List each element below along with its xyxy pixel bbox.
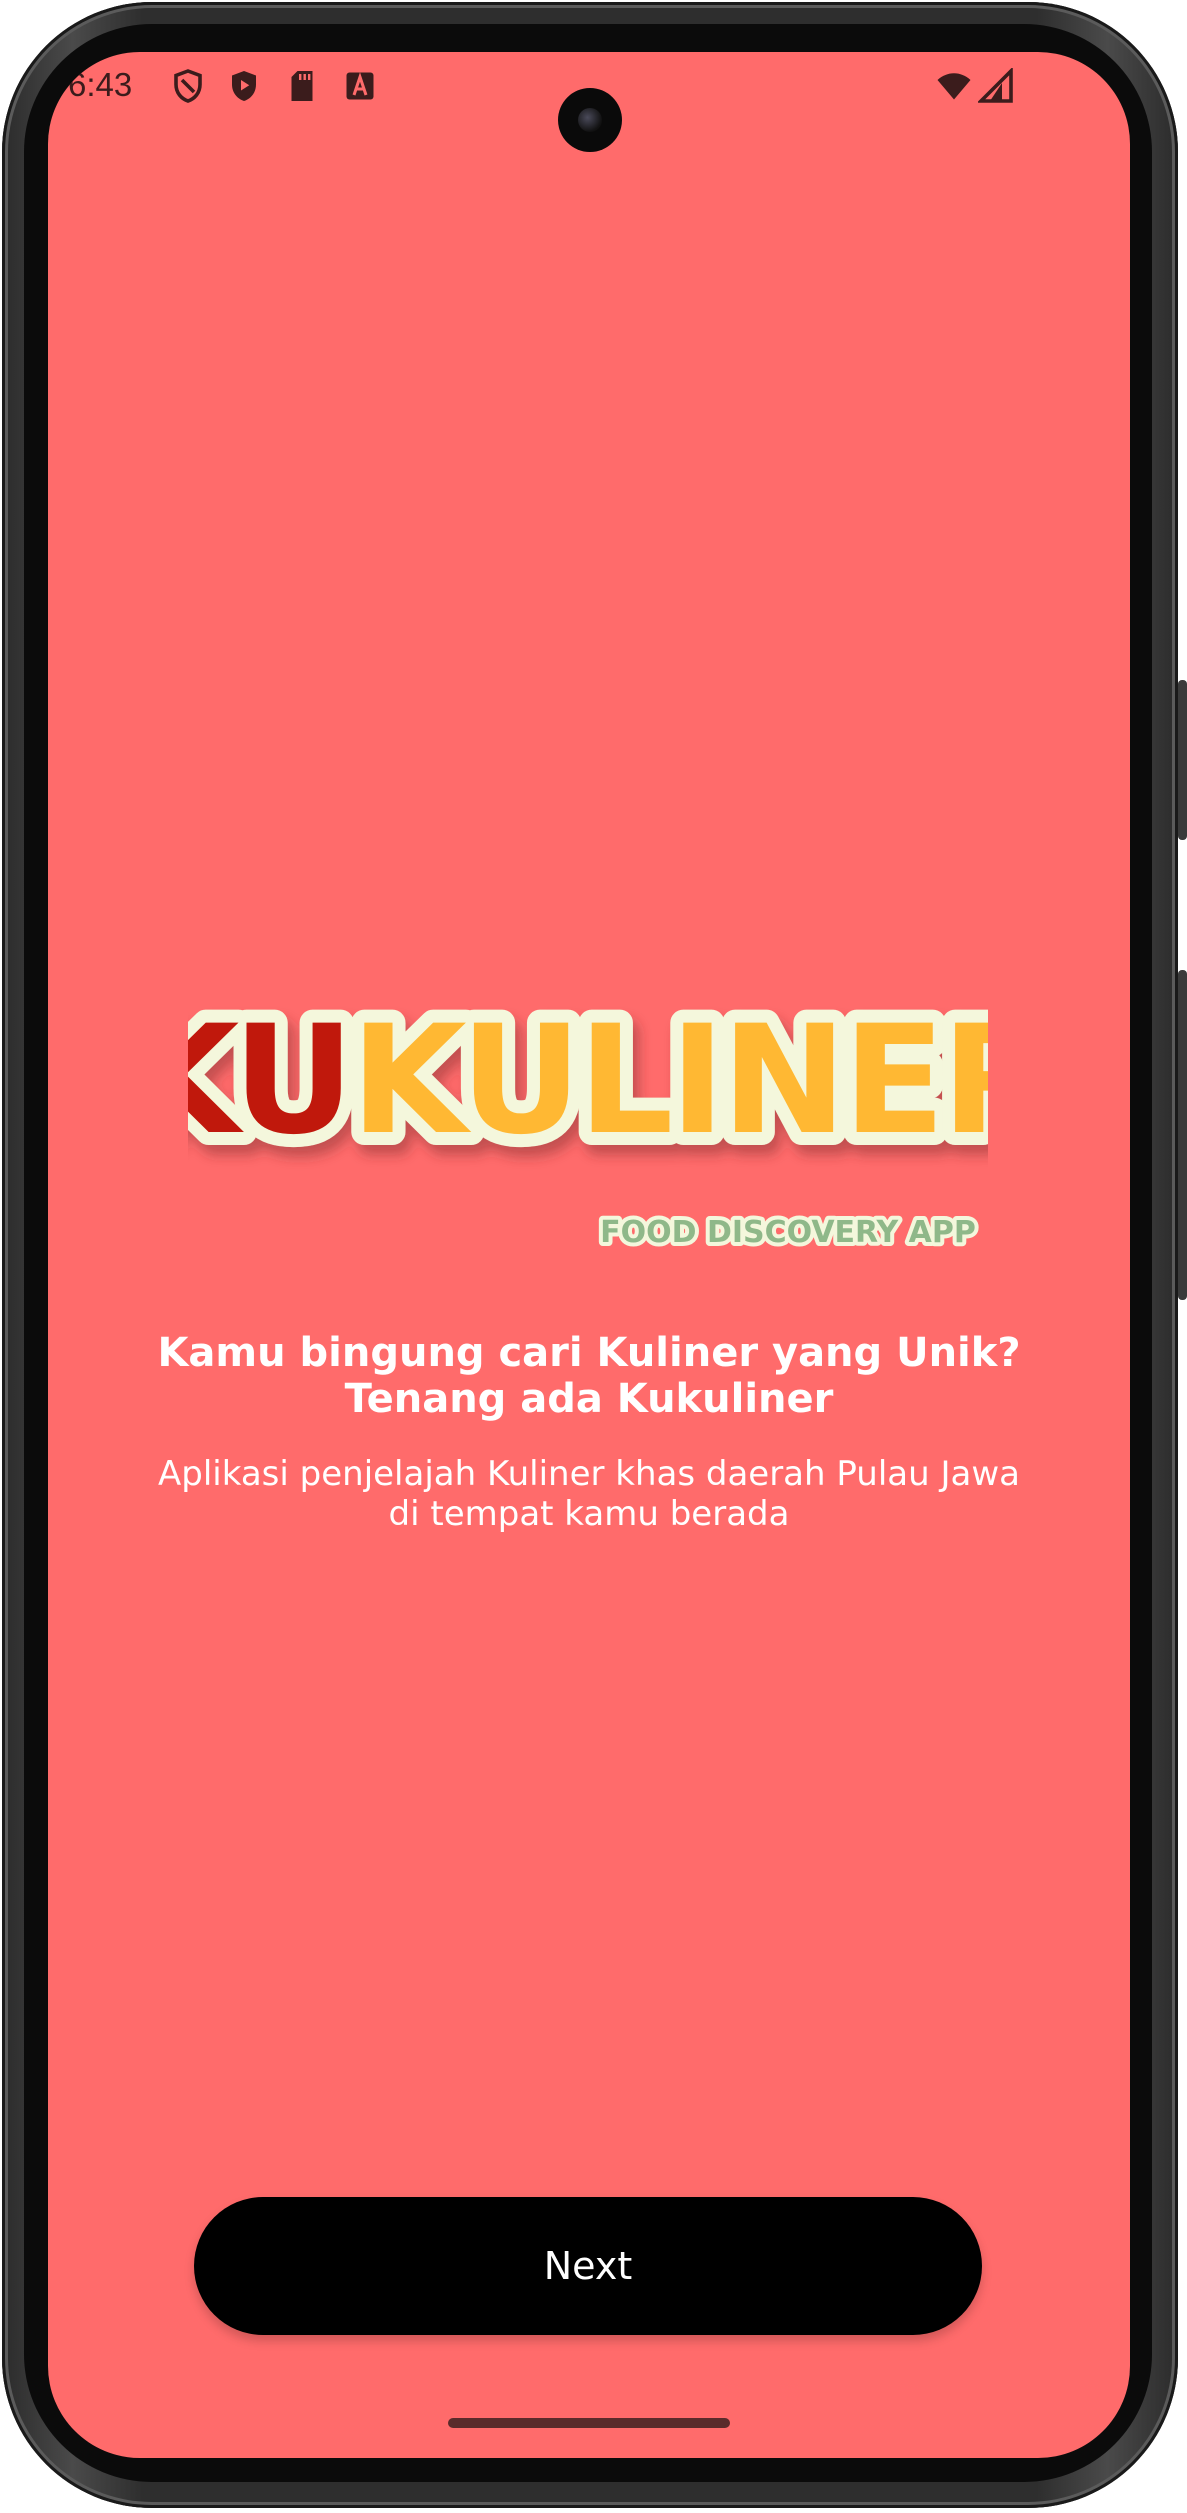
status-time: 6:43 — [68, 66, 133, 103]
volume-button — [1178, 970, 1187, 1300]
device: 6:43 UKULINER UKULINER FOOD DISCOVERY AP… — [0, 0, 1187, 2513]
play-protect-icon — [232, 71, 256, 101]
font-icon — [346, 72, 374, 100]
kukuliner-logo: KUKULINER KUKULINER FOOD DISCOVERY APP F… — [188, 982, 988, 1254]
subtitle-line-1: Aplikasi penjelajah Kuliner khas daerah … — [158, 1454, 1020, 1494]
power-button — [1178, 680, 1187, 840]
next-button[interactable]: Next — [194, 2197, 982, 2335]
logo-kuliner-fill: KULINER — [351, 994, 988, 1168]
logo-tagline: FOOD DISCOVERY APP — [600, 1215, 976, 1250]
subtitle-line-2: di tempat kamu berada — [388, 1494, 790, 1534]
sd-card-icon — [291, 71, 313, 101]
svg-text:KUKULINER: KUKULINER — [188, 994, 988, 1168]
signal-icon — [978, 68, 1013, 103]
onboarding-subtitle: Aplikasi penjelajah Kuliner khas daerah … — [108, 1454, 1070, 1534]
headline-line-2: Tenang ada Kukuliner — [344, 1376, 834, 1422]
logo-ku-fill: KU — [188, 994, 351, 1168]
gesture-navigation-bar[interactable] — [448, 2418, 730, 2428]
app-screen: 6:43 UKULINER UKULINER FOOD DISCOVERY AP… — [48, 52, 1130, 2458]
headline-line-1: Kamu bingung cari Kuliner yang Unik? — [157, 1330, 1021, 1376]
wifi-icon — [937, 73, 971, 100]
front-camera — [558, 88, 622, 152]
onboarding-headline: Kamu bingung cari Kuliner yang Unik? Ten… — [108, 1330, 1070, 1422]
shield-icon — [174, 69, 202, 103]
